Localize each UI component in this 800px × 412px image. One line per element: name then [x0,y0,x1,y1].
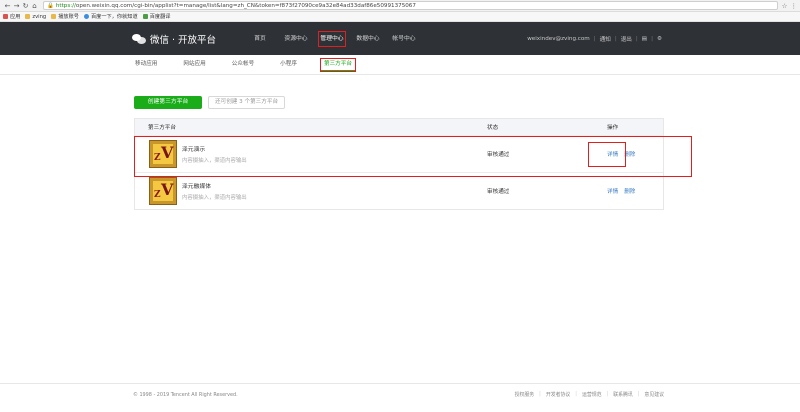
subnav-web-apps[interactable]: 网站应用 [181,59,207,70]
detail-link[interactable]: 详情 [607,187,618,195]
action-bar: 创建第三方平台 还可创建 3 个第三方平台 [134,96,286,109]
detail-link[interactable]: 详情 [607,150,618,158]
header-status: 状态 [487,125,499,131]
app-logo-icon: VZ [149,140,177,168]
folder-icon [25,14,31,19]
nav-home[interactable]: 首页 [242,32,278,46]
brand-name: 微信 · 开放平台 [150,34,217,46]
notify-link[interactable]: 通知 [600,35,611,43]
menu-icon[interactable]: ⋮ [791,2,798,10]
account-area: weixindev@zving.com | 通知 | 退出 | ▤ | ⚙ [527,35,662,43]
logout-link[interactable]: 退出 [621,35,632,43]
translate-icon [142,14,148,19]
wechat-icon [132,33,146,44]
nav-management[interactable]: 管理中心 [318,30,346,47]
forward-icon[interactable]: → [12,0,21,12]
footer-link-contact[interactable]: 联系腾讯 [613,391,633,398]
lock-icon: 🔒 [47,2,54,9]
app-desc: 内容摄抽入，渠道内容输出 [182,195,247,201]
back-icon[interactable]: ← [3,0,12,12]
table-row: VZ 泽元融媒体 内容摄抽入，渠道内容输出 审核通过 详情 删除 [135,172,663,209]
app-status: 审核通过 [487,152,510,158]
top-navbar: 微信 · 开放平台 首页 资源中心 管理中心 数据中心 帐号中心 weixind… [0,22,800,55]
bookmark-apps[interactable]: 应用 [3,13,20,20]
star-icon[interactable]: ☆ [782,2,788,10]
nav-account[interactable]: 帐号中心 [386,32,422,46]
footer-link-rules[interactable]: 运营规范 [582,391,602,398]
subnav-third-party[interactable]: 第三方平台 [319,57,356,72]
browser-toolbar: ← → ↻ ⌂ 🔒 https:// open.weixin.qq.com/cg… [0,0,800,12]
nav-resources[interactable]: 资源中心 [278,32,314,46]
url-scheme: https:// [55,2,76,9]
app-title: 泽元演示 [182,147,206,153]
table-row: VZ 泽元演示 内容摄抽入，渠道内容输出 审核通过 详情 删除 [135,135,663,172]
platform-table: 第三方平台 状态 操作 VZ 泽元演示 内容摄抽入，渠道内容输出 审核通过 详情… [134,118,664,210]
settings-icon[interactable]: ⚙ [657,36,662,42]
baidu-icon [83,14,89,19]
home-icon[interactable]: ⌂ [30,0,39,12]
bookmark-zving[interactable]: zving [25,14,46,20]
header-name: 第三方平台 [148,125,176,131]
subnav-mobile-apps[interactable]: 移动应用 [133,59,159,70]
app-desc: 内容摄抽入，渠道内容输出 [182,158,247,164]
create-platform-button[interactable]: 创建第三方平台 [134,96,202,109]
sub-nav: 移动应用 网站应用 公众帐号 小程序 第三方平台 [0,55,800,75]
message-icon[interactable]: ▤ [642,36,647,42]
main-nav: 首页 资源中心 管理中心 数据中心 帐号中心 [242,30,422,47]
address-bar[interactable]: 🔒 https:// open.weixin.qq.com/cgi-bin/ap… [43,1,778,10]
bookmarks-bar: 应用 zving 播放账号 百度一下，你就知道 百度翻译 [0,12,800,22]
reload-icon[interactable]: ↻ [21,0,30,12]
bookmark-translate[interactable]: 百度翻译 [142,13,170,20]
app-logo-icon: VZ [149,177,177,205]
bookmark-accounts[interactable]: 播放账号 [51,13,79,20]
bookmark-baidu[interactable]: 百度一下，你就知道 [83,13,138,20]
account-email[interactable]: weixindev@zving.com [527,36,590,42]
delete-link[interactable]: 删除 [624,187,635,195]
app-title: 泽元融媒体 [182,184,211,190]
brand-logo[interactable]: 微信 · 开放平台 [132,32,242,46]
subnav-official-accounts[interactable]: 公众帐号 [230,59,256,70]
app-status: 审核通过 [487,189,510,195]
subnav-mini-programs[interactable]: 小程序 [278,59,299,70]
nav-data[interactable]: 数据中心 [350,32,386,46]
quota-indicator: 还可创建 3 个第三方平台 [208,96,286,109]
footer-link-feedback[interactable]: 意见建议 [644,391,664,398]
delete-link[interactable]: 删除 [624,150,635,158]
table-header: 第三方平台 状态 操作 [135,119,663,135]
page-footer: © 1998 - 2019 Tencent All Right Reserved… [0,383,800,405]
copyright-text: © 1998 - 2019 Tencent All Right Reserved… [133,391,238,398]
apps-icon [3,14,8,19]
footer-link-auth[interactable]: 授权服务 [515,391,535,398]
folder-icon [51,14,57,19]
url-text: open.weixin.qq.com/cgi-bin/applist?t=man… [75,2,416,9]
header-ops: 操作 [607,125,619,131]
footer-link-agreement[interactable]: 开发者协议 [546,391,570,398]
